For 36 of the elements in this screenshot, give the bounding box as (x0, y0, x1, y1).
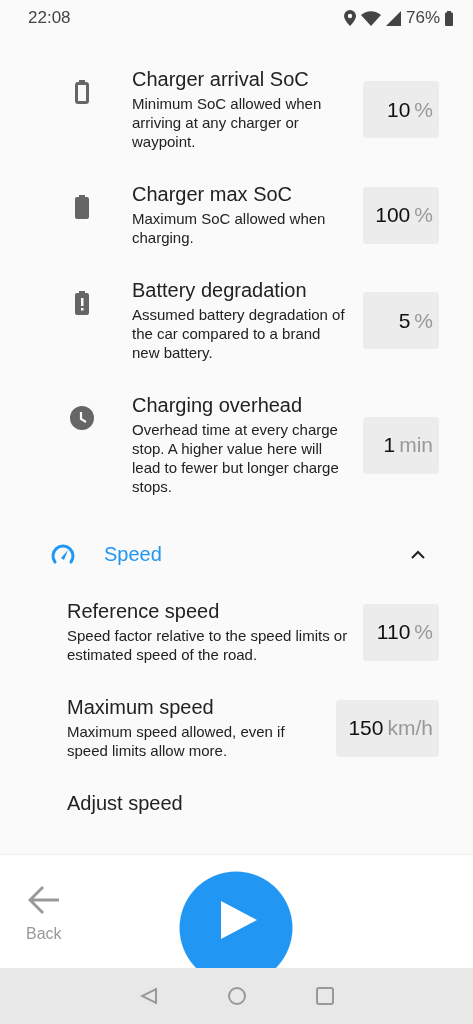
speedometer-icon (50, 543, 76, 565)
setting-title: Adjust speed (67, 792, 184, 815)
chevron-up-icon[interactable] (411, 549, 425, 559)
setting-title: Charger max SoC (132, 183, 294, 206)
value-field[interactable]: 10 % (363, 81, 439, 138)
setting-title: Battery degradation (132, 279, 308, 302)
value-field[interactable]: 5 % (363, 292, 439, 349)
location-icon (343, 10, 356, 26)
clock-icon (70, 406, 94, 430)
recents-nav-icon[interactable] (315, 987, 334, 1005)
setting-title: Charging overhead (132, 394, 304, 417)
setting-title: Maximum speed (67, 696, 215, 719)
setting-description: Assumed battery degradation of the car compared to a brand new battery. (132, 305, 346, 362)
battery-outline-icon (75, 80, 89, 104)
signal-icon (385, 10, 401, 26)
setting-description: Maximum SoC allowed when charging. (132, 209, 327, 247)
setting-description: Minimum SoC allowed when arriving at any charger or waypoint. (132, 94, 323, 151)
value-field[interactable]: 100 % (363, 186, 439, 244)
value-field[interactable]: 1 min (363, 416, 439, 474)
battery-percent: 76% (405, 8, 440, 28)
battery-icon (75, 195, 89, 219)
setting-description: Overhead time at every charge stop. A higher value here will lead to fewer but longer charge stops. (132, 420, 340, 496)
battery-icon (445, 10, 453, 26)
setting-title: Reference speed (67, 600, 221, 623)
setting-description: Speed factor relative to the speed limits or estimated speed of the road. (67, 626, 349, 664)
wifi-icon (360, 10, 381, 26)
setting-description: Maximum speed allowed, even if speed limits allow more. (67, 722, 286, 760)
clock-time: 22:08 (28, 8, 71, 28)
value-field[interactable]: 150 km/h (336, 699, 439, 757)
home-nav-icon[interactable] (227, 987, 246, 1005)
back-arrow-icon (27, 885, 60, 915)
setting-title: Charger arrival SoC (132, 68, 310, 91)
play-icon (221, 900, 257, 939)
value-field[interactable]: 110 % (363, 603, 439, 661)
battery-alert-icon (75, 291, 89, 315)
back-nav-icon[interactable] (139, 987, 158, 1005)
